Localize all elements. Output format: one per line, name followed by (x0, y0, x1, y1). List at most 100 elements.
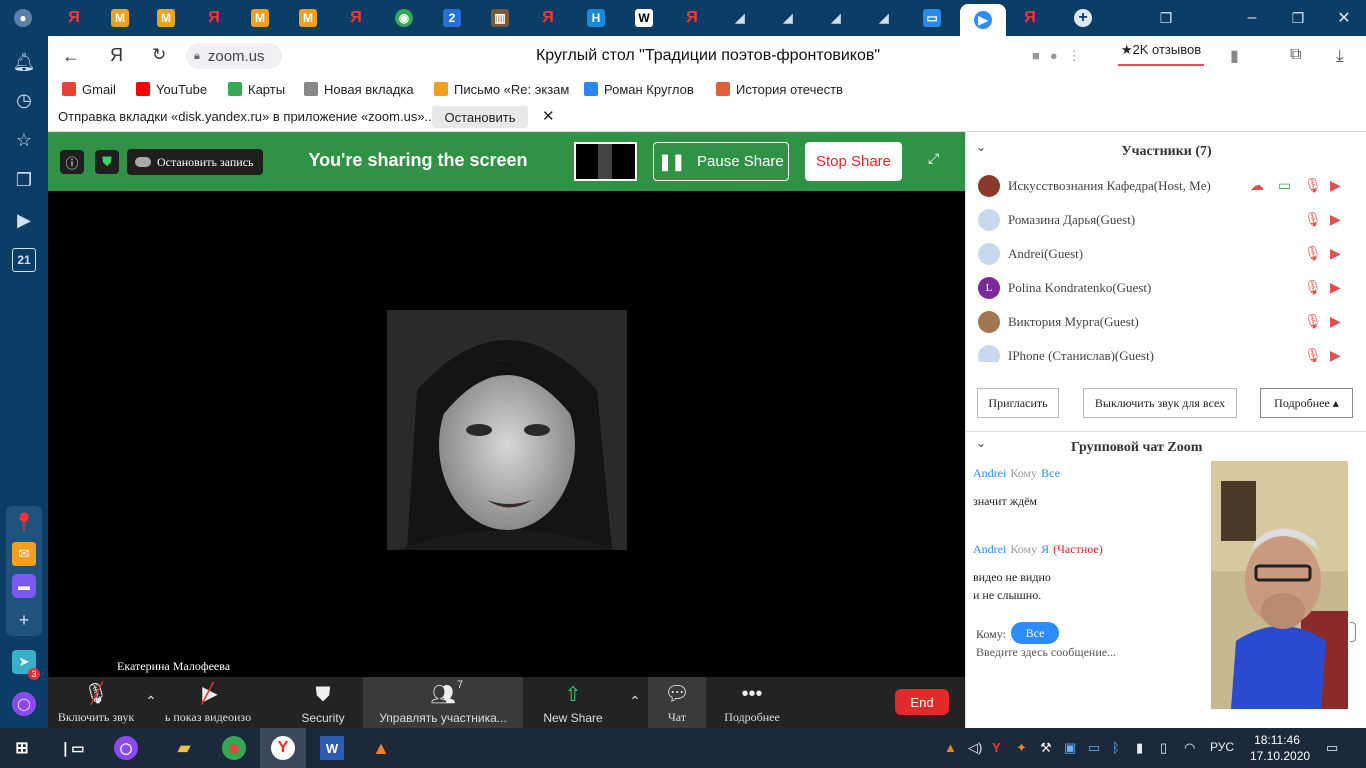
display-tray-icon[interactable]: ▭ (1088, 740, 1100, 756)
bookmark-item[interactable]: Письмо «Re: экзам (434, 80, 569, 98)
back-icon[interactable]: ← (62, 46, 80, 67)
tools-tray-icon[interactable]: ⚒ (1040, 740, 1052, 756)
reviews-badge[interactable]: ★2K отзывов (1118, 42, 1204, 66)
more-button[interactable]: ••• Подробнее (712, 677, 792, 728)
new-tab-button[interactable]: + (1070, 4, 1096, 32)
vlc-icon[interactable]: ▲ (369, 736, 393, 760)
muted-mic-icon[interactable]: 🎙︎ (1304, 212, 1322, 229)
reload-icon[interactable]: ↻ (152, 45, 166, 65)
action-center-icon[interactable]: ▭ (1326, 740, 1338, 756)
end-meeting-button[interactable]: End (895, 689, 949, 715)
stop-share-button[interactable]: Stop Share (805, 142, 902, 181)
tab-gmail-2[interactable]: M (146, 4, 186, 32)
pause-share-button[interactable]: ❚❚ Pause Share (653, 142, 789, 181)
muted-mic-icon[interactable]: 🎙︎ (1304, 178, 1322, 195)
participants-more-button[interactable]: Подробнее ▴ (1260, 388, 1353, 418)
stop-recording-button[interactable]: Остановить запись (127, 149, 263, 175)
file-explorer-icon[interactable]: ▰ (172, 736, 196, 760)
tab-chat[interactable]: ▭ (912, 4, 952, 32)
tab-zoom-active[interactable]: ▶ (960, 4, 1006, 36)
mute-all-button[interactable]: Выключить звук для всех (1083, 388, 1237, 418)
tabs-view-icon[interactable]: ❐ (1154, 4, 1178, 32)
extensions-icon[interactable]: ⧉ (1290, 46, 1301, 64)
network-app-tray-icon[interactable]: ▣ (1064, 740, 1076, 756)
tab-disk-4[interactable]: ◢ (864, 4, 904, 32)
muted-mic-icon[interactable]: 🎙︎ (1304, 280, 1322, 297)
language-indicator[interactable]: РУС (1210, 740, 1234, 754)
start-video-button[interactable]: ▶╱ ь показ видеоизо (160, 677, 256, 728)
close-window-icon[interactable]: ✕ (1332, 4, 1356, 32)
tab-yandex-6[interactable]: Я (1010, 4, 1050, 32)
tab-n[interactable]: H (576, 4, 616, 32)
participant-row[interactable]: Искусствознания Кафедра(Host, Me) 🎙︎ ▶ ☁ ▭ (978, 171, 1358, 201)
new-share-button[interactable]: ⇧ New Share (523, 677, 623, 728)
tab-docs[interactable]: 2 (432, 4, 472, 32)
self-video-thumbnail[interactable] (1211, 461, 1348, 709)
calendar-icon[interactable]: 21 (12, 248, 36, 272)
chat-button[interactable]: 💬︎ Чат (648, 677, 706, 728)
participant-row[interactable]: IPhone (Станислав)(Guest) 🎙︎ ▶ (978, 341, 1358, 362)
tab-yandex-3[interactable]: Я (336, 4, 376, 32)
tab-yandex-5[interactable]: Я (672, 4, 712, 32)
bell-icon[interactable]: 🔔︎ (12, 50, 36, 74)
task-view-icon[interactable]: ❘▭ (60, 736, 85, 760)
mail-icon[interactable]: ✉ (12, 542, 36, 566)
bluetooth-tray-icon[interactable]: ᛒ (1112, 740, 1120, 755)
video-off-icon[interactable]: ▶ (1330, 314, 1341, 331)
volume-tray-icon[interactable]: ◁) (968, 740, 982, 756)
address-bar[interactable]: 🔒︎ zoom.us (186, 43, 282, 69)
tab-disk-2[interactable]: ◢ (768, 4, 808, 32)
bookmark-icon[interactable]: ▮ (1230, 46, 1239, 66)
page-media-icons[interactable]: ■●⋮ (1032, 48, 1091, 64)
bookmark-item[interactable]: Новая вкладка (304, 80, 414, 98)
info-icon[interactable]: ⓘ (60, 150, 84, 174)
shield-icon[interactable]: ⛊ (95, 150, 119, 174)
tab-yandex-4[interactable]: Я (528, 4, 568, 32)
invite-button[interactable]: Пригласить (977, 388, 1059, 418)
muted-mic-icon[interactable]: 🎙︎ (1304, 314, 1322, 331)
muted-mic-icon[interactable]: 🎙︎ (1304, 246, 1322, 263)
collections-icon[interactable]: ❐ (12, 168, 36, 192)
chat-message-input[interactable]: Введите здесь сообщение... (976, 645, 1206, 667)
windows-start-icon[interactable]: ⊞ (10, 736, 34, 760)
stop-sending-button[interactable]: Остановить (432, 106, 528, 128)
star-icon[interactable]: ☆ (12, 128, 36, 152)
yandex-tray-icon[interactable]: Y (992, 740, 1001, 755)
battery-tray-icon[interactable]: ▯ (1160, 740, 1167, 756)
yandex-logo-icon[interactable]: Я (110, 45, 123, 66)
add-app-icon[interactable]: + (12, 608, 36, 632)
chat-recipient-select[interactable]: Все (1011, 622, 1059, 644)
tab-wikipedia[interactable]: W (624, 4, 664, 32)
security-button[interactable]: ⛊ Security (284, 677, 362, 728)
muted-mic-icon[interactable]: 🎙︎ (1304, 348, 1322, 363)
maps-pin-icon[interactable]: 📍︎ (12, 510, 36, 534)
tab-disk-3[interactable]: ◢ (816, 4, 856, 32)
participant-row[interactable]: L Polina Kondratenko(Guest) 🎙︎ ▶ (978, 273, 1358, 303)
video-icon[interactable]: ▶ (12, 208, 36, 232)
profile-icon[interactable]: ● (8, 4, 38, 32)
panel-scroll-handle[interactable] (1350, 622, 1356, 642)
participant-row[interactable]: Andrei(Guest) 🎙︎ ▶ (978, 239, 1358, 269)
word-icon[interactable]: W (320, 736, 344, 760)
vlc-tray-icon[interactable]: ▲ (944, 740, 957, 755)
restore-icon[interactable]: ❐ (1286, 4, 1310, 32)
tab-gmail-4[interactable]: M (288, 4, 328, 32)
bookmark-item[interactable]: YouTube (136, 80, 207, 98)
fullscreen-icon[interactable]: ⤢ (928, 150, 939, 167)
tab-yandex[interactable]: Я (54, 4, 94, 32)
close-notification-icon[interactable]: ✕ (542, 107, 555, 125)
unmute-button[interactable]: 🎙︎╱ Включить звук (48, 677, 144, 728)
tab-books[interactable]: ▥ (480, 4, 520, 32)
bookmark-item[interactable]: Карты (228, 80, 285, 98)
minimize-icon[interactable]: – (1240, 4, 1264, 32)
video-off-icon[interactable]: ▶ (1330, 280, 1341, 297)
collapse-chat-icon[interactable]: ⌄ (976, 436, 986, 450)
share-options-caret[interactable]: ⌃ (628, 677, 642, 728)
wifi-tray-icon[interactable]: ◠ (1184, 740, 1195, 756)
yandex-browser-icon[interactable]: Y (271, 736, 295, 760)
bookmark-item[interactable]: Роман Круглов (584, 80, 694, 98)
clock[interactable]: 18:11:46 17.10.2020 (1250, 732, 1310, 764)
bookmark-item[interactable]: История отечеств (716, 80, 843, 98)
video-off-icon[interactable]: ▶ (1330, 178, 1341, 195)
participant-row[interactable]: Ромазина Дарья(Guest) 🎙︎ ▶ (978, 205, 1358, 235)
